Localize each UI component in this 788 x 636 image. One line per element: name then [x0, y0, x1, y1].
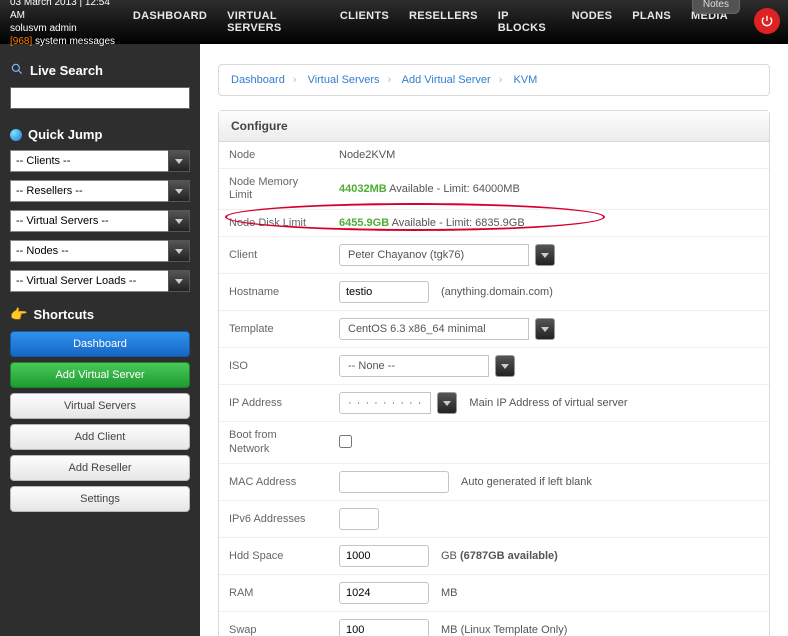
ip-select[interactable]: · · · · · · · · ·	[339, 392, 431, 414]
user-line: solusvm admin	[10, 22, 123, 35]
client-label: Client	[219, 237, 329, 274]
boot-checkbox[interactable]	[339, 435, 352, 448]
shortcut-add-reseller[interactable]: Add Reseller	[10, 455, 190, 481]
template-label: Template	[219, 311, 329, 348]
header-info: 03 March 2013 | 12:54 AM solusvm admin […	[10, 0, 123, 48]
top-bar: 03 March 2013 | 12:54 AM solusvm admin […	[0, 0, 788, 44]
ram-input[interactable]	[339, 582, 429, 604]
nav-plans[interactable]: PLANS	[622, 10, 681, 34]
node-disk-label: Node Disk Limit	[219, 210, 329, 237]
top-nav: DASHBOARD VIRTUAL SERVERS CLIENTS RESELL…	[123, 10, 738, 34]
messages-line[interactable]: [968] system messages	[10, 35, 123, 48]
pin-icon: 👉	[10, 306, 27, 323]
messages-count: [968]	[10, 36, 32, 47]
node-value: Node2KVM	[329, 142, 769, 169]
hdd-label: Hdd Space	[219, 537, 329, 574]
client-select-button[interactable]	[535, 244, 555, 266]
crumb-virtual-servers[interactable]: Virtual Servers	[308, 74, 380, 86]
crumb-kvm[interactable]: KVM	[513, 74, 537, 86]
template-select[interactable]: CentOS 6.3 x86_64 minimal	[339, 318, 529, 340]
iso-select[interactable]: -- None --	[339, 355, 489, 377]
jump-vs-loads[interactable]	[10, 270, 190, 292]
ip-label: IP Address	[219, 385, 329, 422]
quick-jump-heading: Quick Jump	[10, 127, 190, 142]
iso-label: ISO	[219, 348, 329, 385]
search-icon	[10, 62, 24, 79]
jump-nodes[interactable]	[10, 240, 190, 262]
template-select-button[interactable]	[535, 318, 555, 340]
breadcrumb: Dashboard› Virtual Servers› Add Virtual …	[218, 64, 770, 96]
jump-clients[interactable]	[10, 150, 190, 172]
date-time: 03 March 2013 | 12:54 AM	[10, 0, 123, 22]
swap-label: Swap	[219, 611, 329, 636]
ip-select-button[interactable]	[437, 392, 457, 414]
node-memory-label: Node Memory Limit	[219, 169, 329, 210]
hostname-label: Hostname	[219, 274, 329, 311]
hostname-input[interactable]	[339, 281, 429, 303]
nav-virtual-servers[interactable]: VIRTUAL SERVERS	[217, 10, 330, 34]
ip-hint: Main IP Address of virtual server	[469, 397, 627, 409]
ipv6-label: IPv6 Addresses	[219, 500, 329, 537]
shortcut-add-virtual-server[interactable]: Add Virtual Server	[10, 362, 190, 388]
node-disk-value: 6455.9GB Available - Limit: 6835.9GB	[329, 210, 769, 237]
shortcut-dashboard[interactable]: Dashboard	[10, 331, 190, 357]
mac-input[interactable]	[339, 471, 449, 493]
configure-panel: Configure NodeNode2KVM Node Memory Limit…	[218, 110, 770, 636]
shortcut-add-client[interactable]: Add Client	[10, 424, 190, 450]
nav-ip-blocks[interactable]: IP BLOCKS	[488, 10, 562, 34]
ram-label: RAM	[219, 574, 329, 611]
search-input[interactable]	[10, 87, 190, 109]
boot-label: Boot from Network	[219, 422, 329, 463]
nav-clients[interactable]: CLIENTS	[330, 10, 399, 34]
mac-hint: Auto generated if left blank	[461, 476, 592, 488]
shortcuts-heading: 👉 Shortcuts	[10, 306, 190, 323]
jump-virtual-servers[interactable]	[10, 210, 190, 232]
node-memory-value: 44032MB Available - Limit: 64000MB	[329, 169, 769, 210]
nav-nodes[interactable]: NODES	[562, 10, 623, 34]
nav-resellers[interactable]: RESELLERS	[399, 10, 488, 34]
crumb-add-vs[interactable]: Add Virtual Server	[402, 74, 491, 86]
nav-dashboard[interactable]: DASHBOARD	[123, 10, 217, 34]
notes-tab[interactable]: Notes	[692, 0, 740, 14]
jump-nodes-button[interactable]	[168, 240, 190, 262]
iso-select-button[interactable]	[495, 355, 515, 377]
jump-resellers-button[interactable]	[168, 180, 190, 202]
globe-icon	[10, 129, 22, 141]
panel-heading: Configure	[219, 111, 769, 142]
jump-vs-loads-button[interactable]	[168, 270, 190, 292]
jump-clients-button[interactable]	[168, 150, 190, 172]
live-search-heading: Live Search	[10, 62, 190, 79]
jump-virtual-servers-button[interactable]	[168, 210, 190, 232]
crumb-dashboard[interactable]: Dashboard	[231, 74, 285, 86]
power-icon[interactable]	[754, 8, 780, 34]
content: Dashboard› Virtual Servers› Add Virtual …	[200, 44, 788, 636]
hdd-input[interactable]	[339, 545, 429, 567]
hostname-hint: (anything.domain.com)	[441, 286, 553, 298]
jump-resellers[interactable]	[10, 180, 190, 202]
ipv6-input[interactable]	[339, 508, 379, 530]
shortcut-virtual-servers[interactable]: Virtual Servers	[10, 393, 190, 419]
messages-label: system messages	[35, 36, 115, 47]
client-select[interactable]: Peter Chayanov (tgk76)	[339, 244, 529, 266]
node-label: Node	[219, 142, 329, 169]
shortcut-settings[interactable]: Settings	[10, 486, 190, 512]
mac-label: MAC Address	[219, 463, 329, 500]
sidebar: Live Search Quick Jump 👉 Shortcuts Dashb…	[0, 44, 200, 636]
swap-input[interactable]	[339, 619, 429, 636]
